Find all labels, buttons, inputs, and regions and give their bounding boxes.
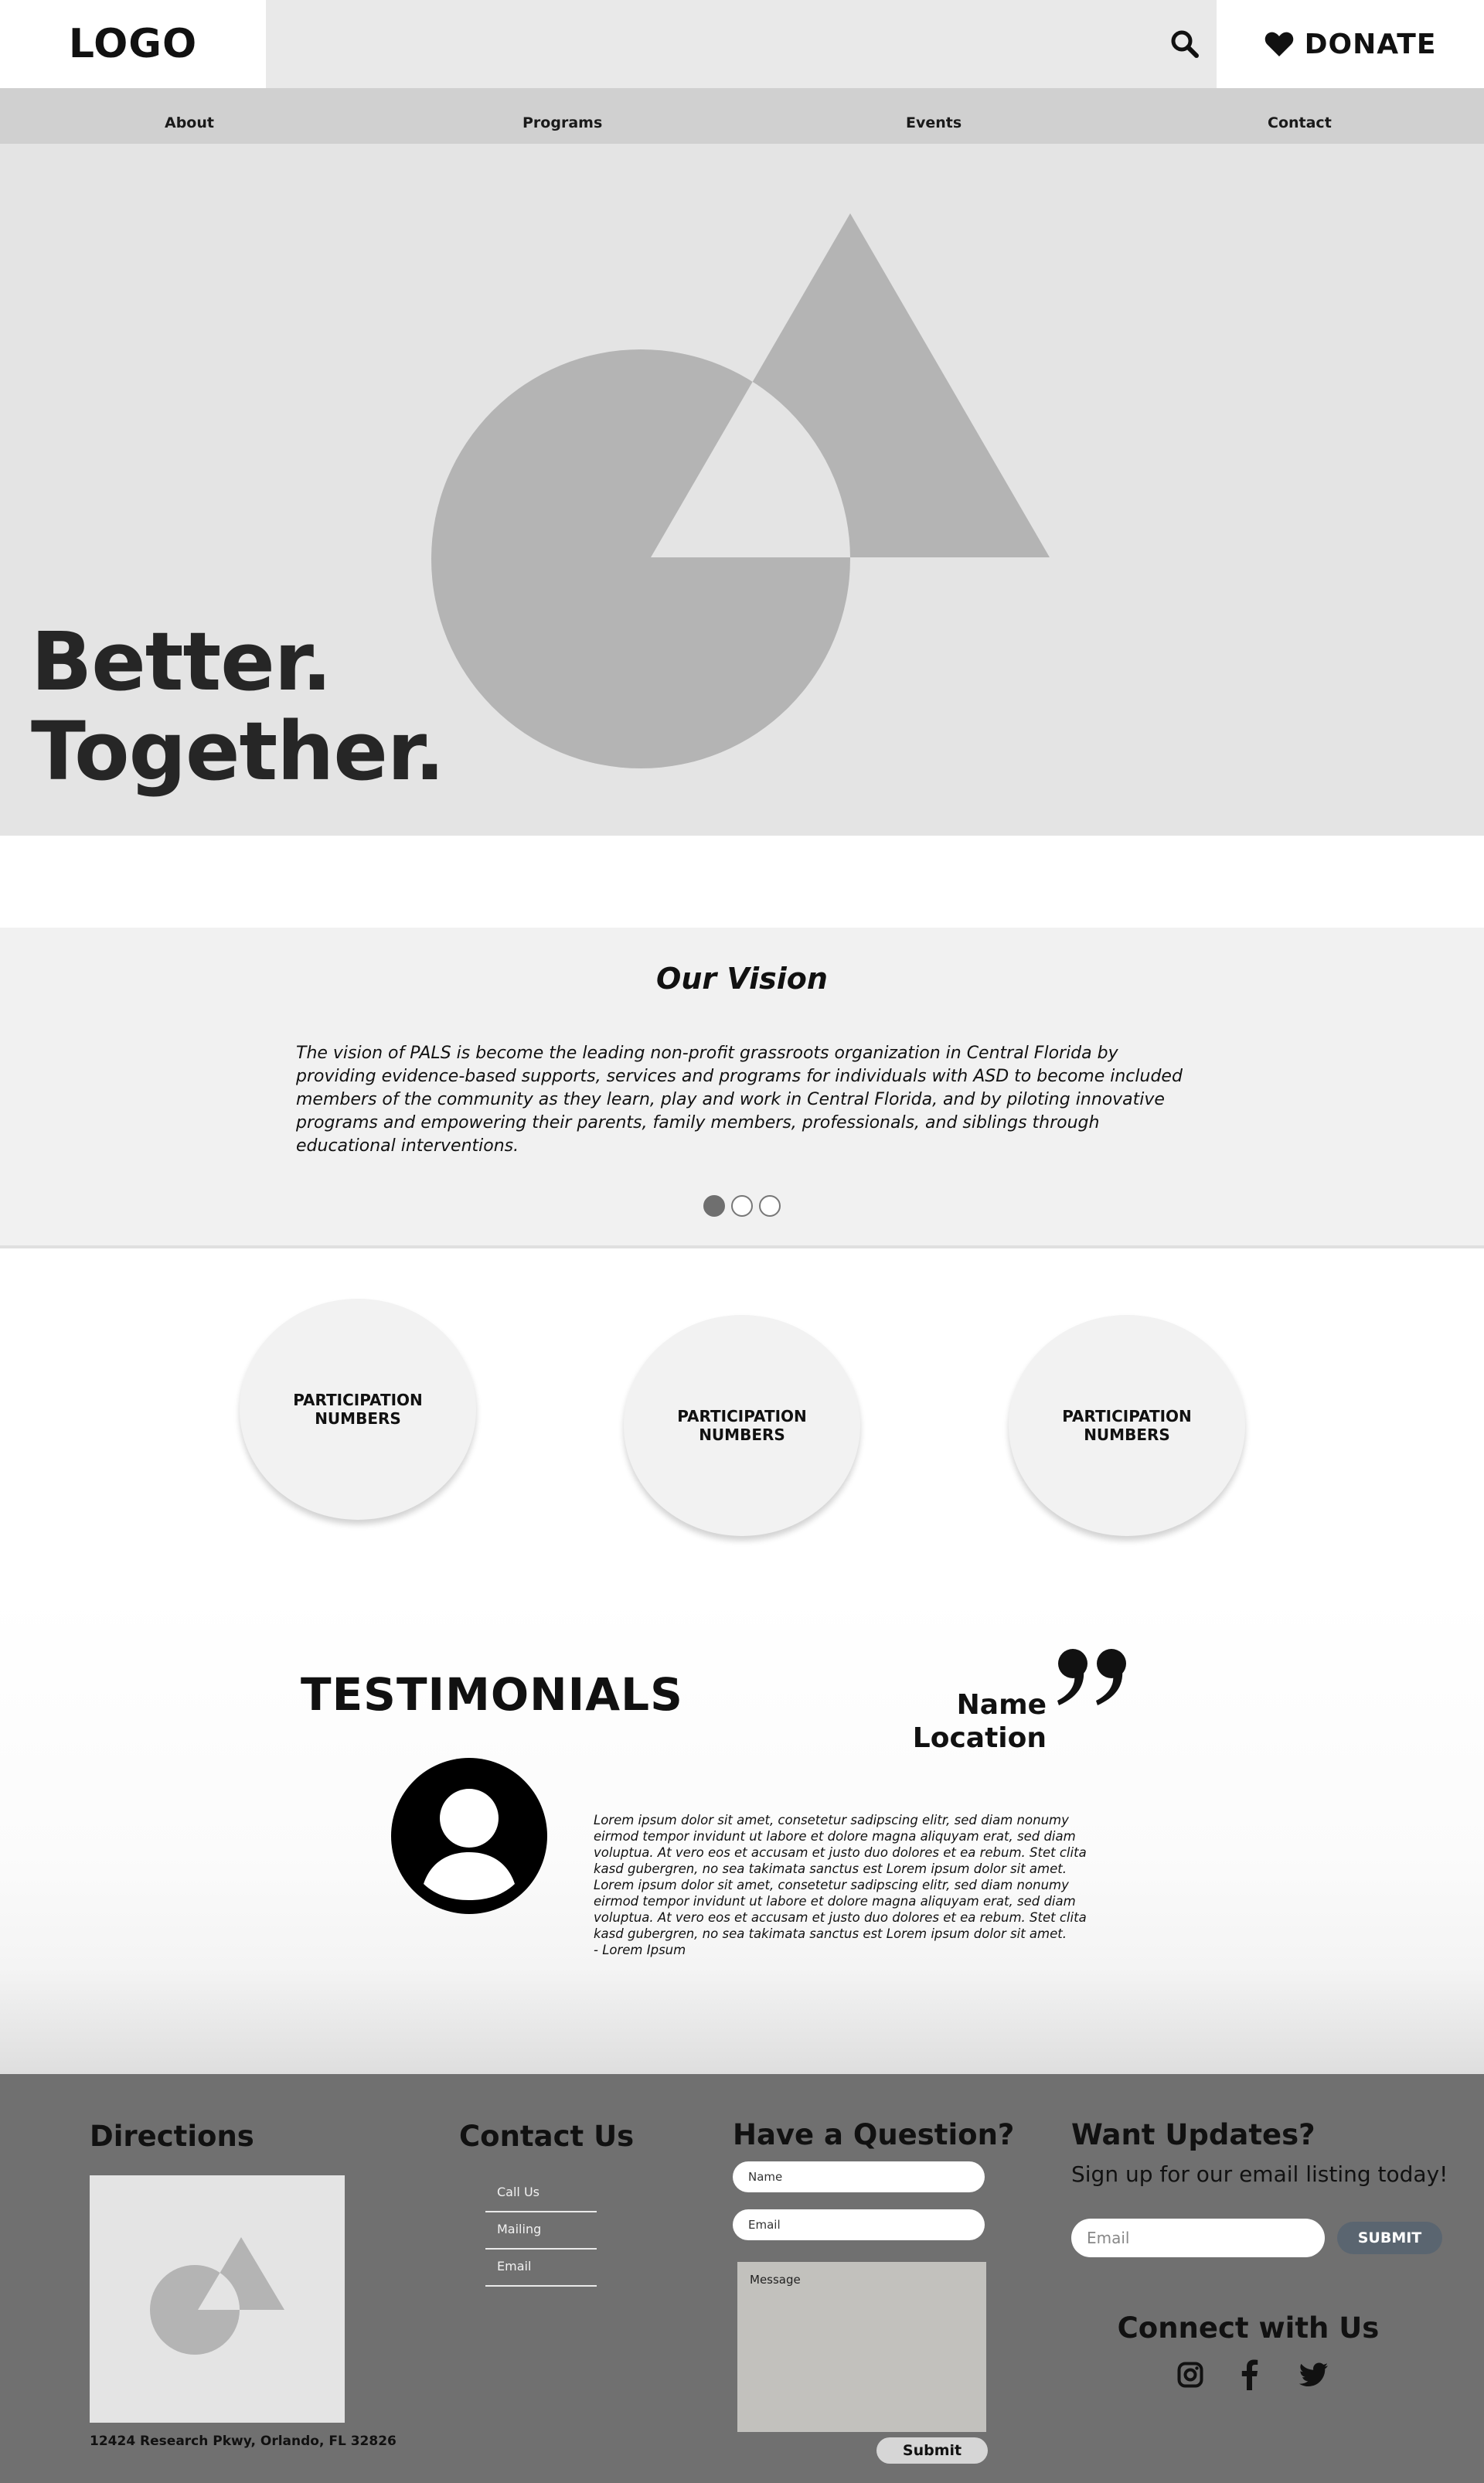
instagram-icon bbox=[1177, 2362, 1203, 2388]
nav-item-events[interactable]: Events bbox=[906, 114, 962, 131]
donate-label: DONATE bbox=[1304, 28, 1437, 60]
vision-title: Our Vision bbox=[656, 962, 828, 996]
connect-title: Connect with Us bbox=[1117, 2311, 1380, 2345]
carousel-dots bbox=[703, 1195, 781, 1217]
updates-title: Want Updates? bbox=[1071, 2118, 1316, 2151]
map-placeholder[interactable] bbox=[90, 2175, 345, 2423]
carousel-dot-3[interactable] bbox=[759, 1195, 781, 1217]
carousel-dot-2[interactable] bbox=[731, 1195, 753, 1217]
updates-subtitle: Sign up for our email listing today! bbox=[1071, 2161, 1448, 2187]
testimonial-text: Lorem ipsum dolor sit amet, consetetur s… bbox=[594, 1812, 1088, 1958]
heart-icon bbox=[1264, 32, 1293, 56]
twitter-icon bbox=[1299, 2362, 1328, 2386]
testimonial-name: Name bbox=[956, 1689, 1047, 1721]
search-icon bbox=[1171, 30, 1199, 58]
contact-link-mailing[interactable]: Mailing bbox=[485, 2212, 597, 2250]
carousel-dot-1[interactable] bbox=[703, 1195, 725, 1217]
address: 12424 Research Pkwy, Orlando, FL 32826 bbox=[90, 2434, 397, 2449]
hero-title-line2: Together. bbox=[31, 704, 445, 799]
donate-button[interactable]: DONATE bbox=[1217, 0, 1484, 88]
participation-stat-1: PARTICIPATION NUMBERS bbox=[240, 1299, 476, 1520]
stat-label-line1: PARTICIPATION bbox=[677, 1407, 807, 1425]
facebook-icon bbox=[1241, 2359, 1258, 2390]
question-name-input[interactable]: Name bbox=[733, 2161, 985, 2192]
hero-title: Better. Together. bbox=[31, 615, 445, 799]
question-submit-button[interactable]: Submit bbox=[876, 2437, 988, 2464]
hero-banner: Better. Together. bbox=[0, 144, 1484, 836]
contact-link-call[interactable]: Call Us bbox=[485, 2175, 597, 2212]
testimonials-title: TESTIMONIALS bbox=[301, 1668, 683, 1721]
facebook-link[interactable] bbox=[1232, 2358, 1266, 2392]
nav-item-programs[interactable]: Programs bbox=[522, 114, 602, 131]
testimonial-attribution: - Lorem Ipsum bbox=[594, 1943, 686, 1957]
search-button[interactable] bbox=[1166, 25, 1204, 63]
question-message-input[interactable]: Message bbox=[737, 2262, 986, 2432]
stat-label-line2: NUMBERS bbox=[1084, 1425, 1170, 1444]
stat-label-line1: PARTICIPATION bbox=[1062, 1407, 1192, 1425]
question-email-input[interactable]: Email bbox=[733, 2209, 985, 2240]
main-nav: About Programs Events Contact bbox=[0, 88, 1484, 144]
testimonial-body: Lorem ipsum dolor sit amet, consetetur s… bbox=[594, 1813, 1087, 1941]
map-image bbox=[150, 2237, 284, 2355]
twitter-link[interactable] bbox=[1297, 2358, 1331, 2392]
stat-label-line2: NUMBERS bbox=[315, 1409, 401, 1428]
nav-item-about[interactable]: About bbox=[165, 114, 214, 131]
stat-label-line1: PARTICIPATION bbox=[293, 1391, 423, 1409]
logo[interactable]: LOGO bbox=[0, 0, 266, 88]
testimonial-author: Name Location bbox=[897, 1688, 1047, 1755]
updates-email-input[interactable]: Email bbox=[1071, 2219, 1325, 2257]
nav-item-contact[interactable]: Contact bbox=[1268, 114, 1332, 131]
vision-text: The vision of PALS is become the leading… bbox=[296, 1044, 1183, 1156]
hero-title-line1: Better. bbox=[31, 615, 332, 709]
directions-title: Directions bbox=[90, 2120, 254, 2153]
instagram-link[interactable] bbox=[1173, 2358, 1207, 2392]
contact-title: Contact Us bbox=[459, 2120, 635, 2153]
stat-label-line2: NUMBERS bbox=[699, 1425, 785, 1444]
quote-icon bbox=[1057, 1649, 1126, 1705]
contact-link-email[interactable]: Email bbox=[485, 2250, 597, 2287]
updates-submit-button[interactable]: SUBMIT bbox=[1337, 2222, 1442, 2254]
participation-stat-3: PARTICIPATION NUMBERS bbox=[1009, 1315, 1245, 1536]
testimonial-location: Location bbox=[912, 1722, 1047, 1754]
header: LOGO DONATE bbox=[0, 0, 1484, 88]
participation-stat-2: PARTICIPATION NUMBERS bbox=[624, 1315, 860, 1536]
logo-text: LOGO bbox=[68, 21, 198, 67]
question-title: Have a Question? bbox=[733, 2118, 1015, 2151]
user-avatar-icon bbox=[391, 1758, 547, 1914]
